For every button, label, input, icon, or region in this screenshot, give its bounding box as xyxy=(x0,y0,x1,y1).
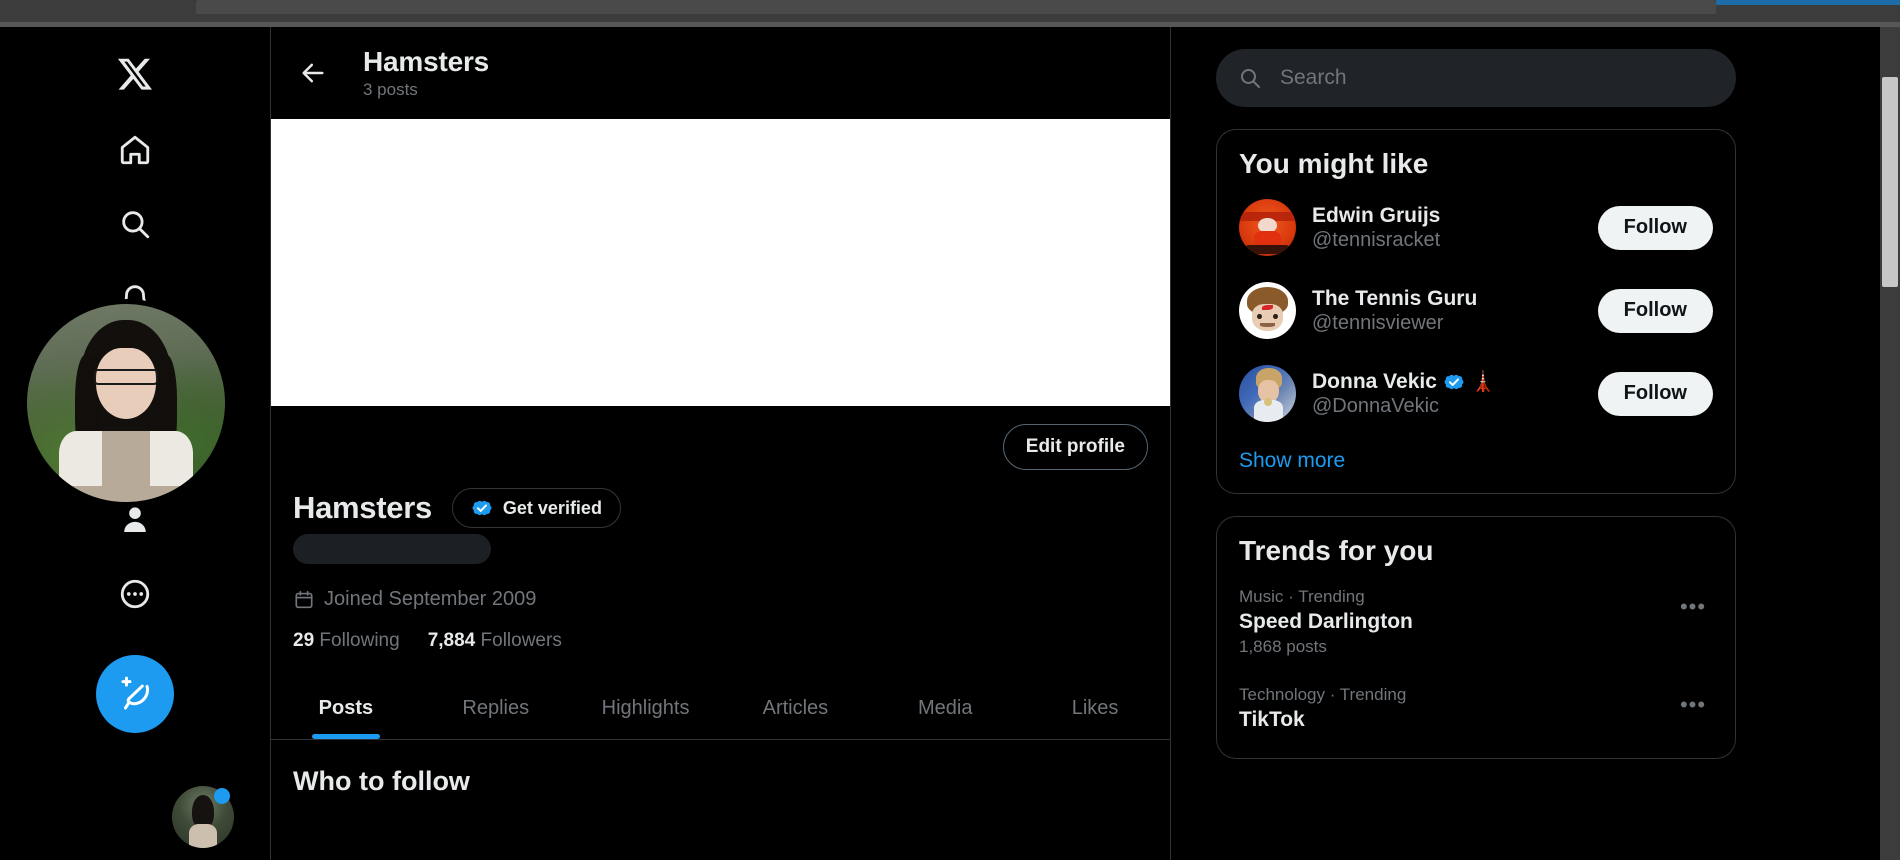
list-item[interactable]: Music · Trending Speed Darlington 1,868 … xyxy=(1217,573,1735,671)
you-might-like-title: You might like xyxy=(1239,148,1429,179)
suggestion-handle: @tennisviewer xyxy=(1312,311,1444,334)
list-item[interactable]: Edwin Gruijs @tennisracket Follow xyxy=(1217,186,1735,269)
page-title: Hamsters xyxy=(363,45,490,77)
suggestion-meta: The Tennis Guru @tennisviewer xyxy=(1312,287,1582,335)
page-scrollbar-thumb[interactable] xyxy=(1882,77,1898,287)
more-dots-icon[interactable]: ••• xyxy=(1673,685,1713,725)
trend-post-count: 1,868 posts xyxy=(1239,637,1327,656)
trend-meta: Music · Trending Speed Darlington 1,868 … xyxy=(1239,587,1413,657)
trend-meta: Technology · Trending TikTok xyxy=(1239,685,1406,732)
header-title-block: Hamsters 3 posts xyxy=(363,46,489,100)
post-count: 3 posts xyxy=(363,80,418,100)
profile-header: Hamsters 3 posts xyxy=(271,27,1170,119)
nav-account-notification-dot xyxy=(214,788,230,804)
tab-highlights[interactable]: Highlights xyxy=(571,678,721,739)
get-verified-button[interactable]: Get verified xyxy=(451,488,621,528)
list-item[interactable]: Donna Vekic 🗼 @DonnaVekic Follow xyxy=(1217,352,1735,435)
browser-chrome xyxy=(0,0,1900,22)
main-content-column: Hamsters 3 posts Edit profile Hamsters G… xyxy=(271,27,1171,860)
x-app-viewport: Hamsters 3 posts Edit profile Hamsters G… xyxy=(0,27,1880,860)
trend-category: Technology · Trending xyxy=(1239,685,1407,704)
list-item[interactable]: Technology · Trending TikTok ••• xyxy=(1217,671,1735,746)
profile-stats: 29 Following 7,884 Followers xyxy=(293,630,1170,652)
who-to-follow-heading: Who to follow xyxy=(293,766,470,796)
browser-tab-strip[interactable] xyxy=(196,0,1716,14)
page-scrollbar-track[interactable] xyxy=(1880,27,1900,860)
trends-card: Trends for you Music · Trending Speed Da… xyxy=(1216,516,1736,759)
suggestion-name: The Tennis Guru xyxy=(1312,287,1582,311)
tower-emoji-icon: 🗼 xyxy=(1470,371,1496,393)
more-dots-icon[interactable]: ••• xyxy=(1673,587,1713,627)
profile-handle-loading-placeholder xyxy=(293,534,491,564)
profile-avatar-button[interactable] xyxy=(22,299,230,507)
show-more-link[interactable]: Show more xyxy=(1217,435,1735,481)
avatar xyxy=(27,304,225,502)
you-might-like-card: You might like Edwin Gruijs @tennisracke… xyxy=(1216,129,1736,494)
profile-banner[interactable] xyxy=(271,119,1170,406)
trends-title: Trends for you xyxy=(1239,535,1434,566)
get-verified-label: Get verified xyxy=(502,497,602,518)
browser-chrome-accent xyxy=(1716,0,1900,5)
tab-replies[interactable]: Replies xyxy=(421,678,571,739)
suggestion-name: Donna Vekic 🗼 xyxy=(1312,369,1582,394)
right-sidebar: You might like Edwin Gruijs @tennisracke… xyxy=(1196,27,1756,759)
tab-media[interactable]: Media xyxy=(870,678,1020,739)
following-count: 29 xyxy=(293,630,315,651)
identity-row: Hamsters Get verified xyxy=(293,488,1148,528)
tab-posts[interactable]: Posts xyxy=(271,678,421,739)
profile-actions-row: Edit profile xyxy=(271,406,1170,488)
tab-articles[interactable]: Articles xyxy=(720,678,870,739)
suggestion-name-text: Edwin Gruijs xyxy=(1312,203,1441,227)
profile-tabs: Posts Replies Highlights Articles Media … xyxy=(271,678,1170,740)
followers-stat[interactable]: 7,884 Followers xyxy=(428,630,562,652)
suggestion-meta: Edwin Gruijs @tennisracket xyxy=(1312,204,1582,252)
verified-badge-icon xyxy=(1444,374,1464,389)
follow-button[interactable]: Follow xyxy=(1597,371,1713,416)
search-icon[interactable] xyxy=(104,193,166,255)
following-stat[interactable]: 29 Following xyxy=(293,630,400,652)
suggestion-name-text: Donna Vekic xyxy=(1312,369,1437,393)
followers-label: Followers xyxy=(480,630,562,651)
suggestion-meta: Donna Vekic 🗼 @DonnaVekic xyxy=(1312,369,1582,418)
suggestion-name: Edwin Gruijs xyxy=(1312,204,1582,228)
joined-text: Joined September 2009 xyxy=(324,588,537,610)
follow-button[interactable]: Follow xyxy=(1597,288,1713,333)
following-label: Following xyxy=(319,630,400,651)
home-icon[interactable] xyxy=(104,119,166,181)
profile-identity: Hamsters Get verified xyxy=(271,488,1170,564)
profile-display-name: Hamsters xyxy=(293,490,432,525)
avatar-the-tennis-guru xyxy=(1239,282,1296,339)
followers-count: 7,884 xyxy=(427,630,476,651)
list-item[interactable]: The Tennis Guru @tennisviewer Follow xyxy=(1217,269,1735,352)
more-circle-icon[interactable] xyxy=(104,563,166,625)
post-button[interactable] xyxy=(96,655,174,733)
nav-account-avatar-button[interactable] xyxy=(172,786,234,848)
search-bar[interactable] xyxy=(1216,49,1736,107)
profile-joined-date: Joined September 2009 xyxy=(293,588,1170,611)
avatar-edwin-gruijs xyxy=(1239,199,1296,256)
back-button[interactable] xyxy=(291,51,335,95)
suggestion-handle: @DonnaVekic xyxy=(1312,395,1440,417)
search-input[interactable] xyxy=(1280,66,1714,90)
search-icon xyxy=(1241,69,1260,88)
trend-name: TikTok xyxy=(1239,708,1305,731)
follow-button[interactable]: Follow xyxy=(1597,205,1713,250)
avatar-donna-vekic xyxy=(1239,365,1296,422)
verified-badge-icon xyxy=(472,500,492,516)
trend-category: Music · Trending xyxy=(1239,587,1365,606)
x-logo-icon[interactable] xyxy=(104,43,166,105)
tab-likes[interactable]: Likes xyxy=(1020,678,1170,739)
trend-name: Speed Darlington xyxy=(1239,610,1413,633)
edit-profile-button[interactable]: Edit profile xyxy=(1002,424,1148,470)
suggestion-handle: @tennisracket xyxy=(1312,228,1441,251)
suggestion-name-text: The Tennis Guru xyxy=(1312,286,1478,310)
calendar-icon xyxy=(295,590,313,608)
